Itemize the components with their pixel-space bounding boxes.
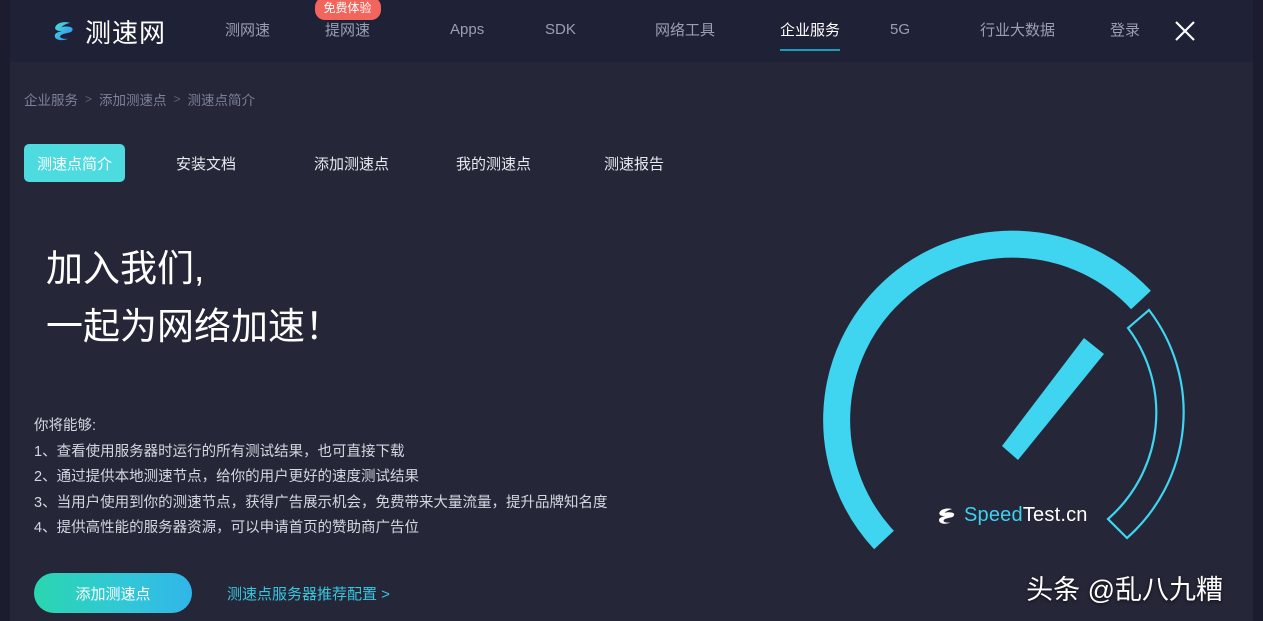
headline-line-1: 加入我们, bbox=[46, 240, 342, 298]
content-panel: 测速网 测网速提网速免费体验AppsSDK网络工具企业服务5G行业大数据登录 企… bbox=[10, 0, 1253, 621]
nav-item-2[interactable]: 提网速免费体验 bbox=[325, 19, 370, 43]
nav-item-6[interactable]: 企业服务 bbox=[780, 19, 840, 43]
site-logo[interactable]: 测速网 bbox=[50, 11, 166, 51]
benefits-list: 你将能够: 1、查看使用服务器时运行的所有测试结果，也可直接下载2、通过提供本地… bbox=[34, 414, 608, 542]
nav-item-9[interactable]: 登录 bbox=[1110, 19, 1140, 43]
close-icon[interactable] bbox=[1170, 16, 1200, 46]
tab-3[interactable]: 添加测速点 bbox=[314, 144, 389, 182]
breadcrumb-separator: > bbox=[85, 92, 92, 106]
tab-5[interactable]: 测速报告 bbox=[604, 144, 664, 182]
speedtest-swoosh-logo-icon bbox=[50, 18, 76, 44]
nav-item-8[interactable]: 行业大数据 bbox=[980, 19, 1055, 43]
breadcrumb: 企业服务 > 添加测速点 > 测速点简介 bbox=[24, 89, 255, 109]
app-window: 测速网 测网速提网速免费体验AppsSDK网络工具企业服务5G行业大数据登录 企… bbox=[0, 0, 1263, 621]
benefits-lead: 你将能够: bbox=[34, 414, 608, 440]
nav-item-5[interactable]: 网络工具 bbox=[655, 19, 715, 43]
breadcrumb-separator: > bbox=[174, 92, 181, 106]
nav-item-7[interactable]: 5G bbox=[890, 21, 910, 41]
page-title: 加入我们, 一起为网络加速！ bbox=[46, 240, 342, 356]
brand-text-speed: Speed bbox=[964, 504, 1023, 526]
speedtest-brand-logo: SpeedTest.cn bbox=[935, 504, 1088, 527]
tab-2[interactable]: 安装文档 bbox=[176, 144, 236, 182]
speedtest-swoosh-logo-icon bbox=[935, 505, 957, 527]
server-config-recommendation-link[interactable]: 测速点服务器推荐配置 > bbox=[227, 583, 390, 604]
nav-badge: 免费体验 bbox=[314, 0, 380, 20]
breadcrumb-item-2[interactable]: 添加测速点 bbox=[99, 89, 167, 109]
cta-row: 添加测速点 测速点服务器推荐配置 > bbox=[34, 573, 390, 613]
benefit-item-4: 4、提供高性能的服务器资源，可以申请首页的赞助商广告位 bbox=[34, 516, 608, 542]
breadcrumb-item-1[interactable]: 企业服务 bbox=[24, 89, 78, 109]
tab-4[interactable]: 我的测速点 bbox=[456, 144, 531, 182]
nav-item-3[interactable]: Apps bbox=[450, 21, 484, 41]
headline-line-2: 一起为网络加速！ bbox=[46, 298, 342, 356]
benefit-item-1: 1、查看使用服务器时运行的所有测试结果，也可直接下载 bbox=[34, 440, 608, 466]
nav-item-1[interactable]: 测网速 bbox=[225, 19, 270, 43]
add-speedtest-node-button[interactable]: 添加测速点 bbox=[34, 573, 192, 613]
tab-1[interactable]: 测速点简介 bbox=[24, 144, 125, 182]
site-logo-text: 测速网 bbox=[85, 13, 166, 50]
nav-item-4[interactable]: SDK bbox=[545, 21, 576, 41]
gauge-needle-icon bbox=[1002, 338, 1104, 460]
benefit-item-3: 3、当用户使用到你的测速节点，获得广告展示机会，免费带来大量流量，提升品牌知名度 bbox=[34, 491, 608, 517]
site-header: 测速网 测网速 提网速免费体验 Apps SDK 网络工具 企业服务 5G 行业大数据 登录 bbox=[10, 0, 1253, 62]
breadcrumb-item-3: 测速点简介 bbox=[188, 89, 256, 109]
brand-text-test: Test.cn bbox=[1023, 504, 1088, 526]
watermark: 头条 @乱八九糟 bbox=[1026, 568, 1223, 607]
benefit-item-2: 2、通过提供本地测速节点，给你的用户更好的速度测试结果 bbox=[34, 465, 608, 491]
